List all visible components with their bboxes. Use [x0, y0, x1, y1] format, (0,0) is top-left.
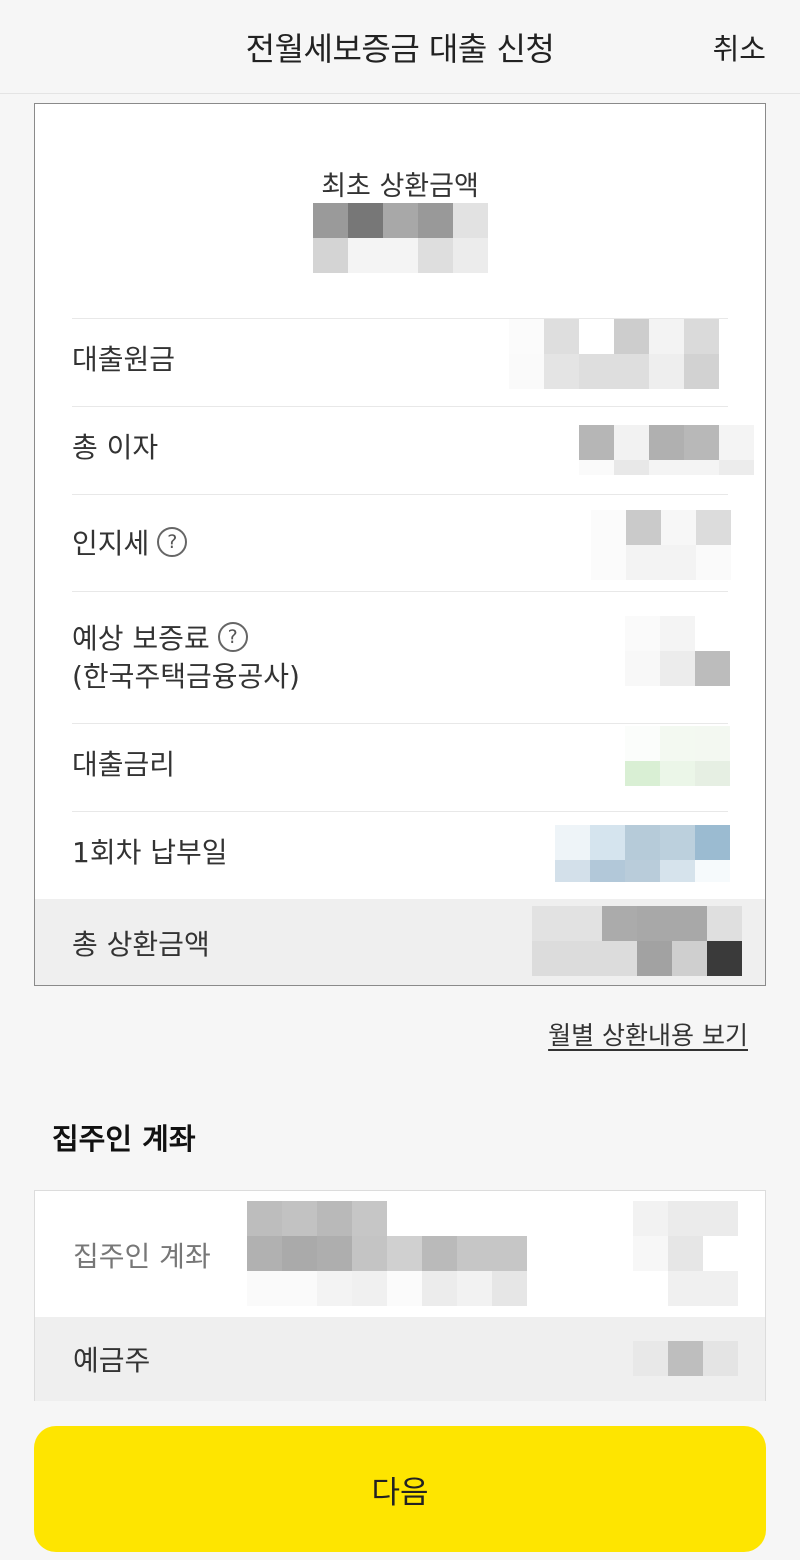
divider [72, 494, 728, 495]
account-owner-value-redacted [633, 1341, 738, 1376]
total-repayment-value-redacted [532, 906, 742, 976]
first-payment-date-value-redacted [555, 825, 730, 882]
page-title: 전월세보증금 대출 신청 [245, 30, 555, 68]
next-button[interactable]: 다음 [34, 1426, 766, 1552]
help-icon[interactable]: ? [157, 527, 188, 557]
divider [72, 591, 728, 592]
total-interest-value-redacted [579, 425, 754, 475]
row-label: 대출금리 [72, 748, 176, 781]
row-sublabel: (한국주택금융공사) [72, 660, 300, 693]
monthly-repayment-link[interactable]: 월별 상환내용 보기 [548, 1016, 748, 1052]
landlord-account-extra-redacted [633, 1201, 738, 1306]
row-label: 총 상환금액 [72, 928, 210, 961]
divider [72, 723, 728, 724]
loan-principal-value-redacted [509, 319, 719, 389]
divider [72, 406, 728, 407]
row-label: 인지세? [72, 526, 188, 562]
row-label-text: 예상 보증료 [72, 622, 210, 655]
row-label: 총 이자 [72, 431, 159, 464]
first-repayment-label: 최초 상환금액 [321, 171, 479, 202]
divider [72, 811, 728, 812]
first-repayment-amount-redacted [313, 203, 488, 273]
help-icon[interactable]: ? [217, 622, 248, 652]
cancel-button[interactable]: 취소 [713, 26, 766, 68]
landlord-account-value-redacted[interactable] [247, 1201, 527, 1306]
account-owner-row: 예금주 [35, 1317, 765, 1401]
top-bar: 전월세보증금 대출 신청 취소 [0, 0, 800, 94]
landlord-account-label: 집주인 계좌 [73, 1240, 211, 1273]
section-title-landlord-account: 집주인 계좌 [52, 1122, 196, 1156]
row-label: 예상 보증료? [72, 621, 248, 657]
account-owner-label: 예금주 [73, 1344, 151, 1377]
row-total-repayment: 총 상환금액 [35, 899, 765, 985]
guarantee-fee-value-redacted [625, 616, 730, 686]
row-label: 대출원금 [72, 343, 176, 376]
row-label: 1회차 납부일 [72, 836, 228, 869]
interest-rate-value-redacted [625, 726, 730, 786]
repayment-summary-card: 최초 상환금액 대출원금 총 이자 인지세? 예상 보증료? (한국주택금융공사… [34, 103, 766, 986]
landlord-account-card: 집주인 계좌 예금주 [34, 1190, 766, 1401]
row-label-text: 인지세 [72, 527, 150, 560]
stamp-tax-value-redacted [591, 510, 731, 580]
